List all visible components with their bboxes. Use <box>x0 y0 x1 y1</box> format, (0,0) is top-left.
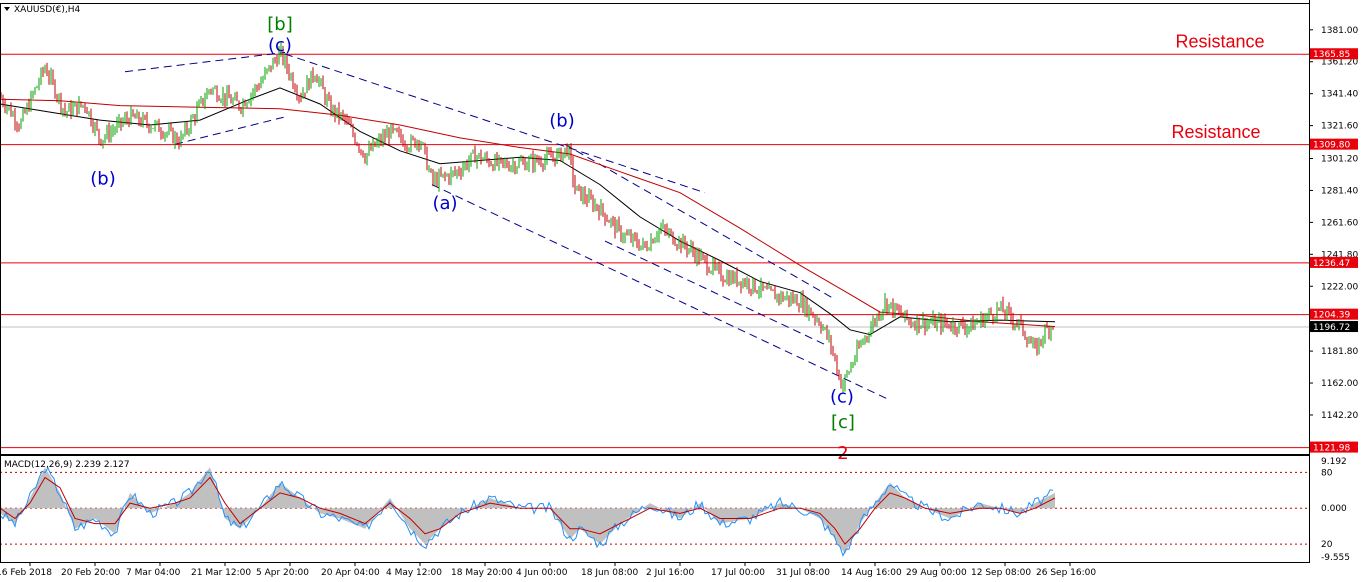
time-tick-label: 18 Jun 08:00 <box>581 568 638 578</box>
time-tick-label: 20 Apr 04:00 <box>321 568 380 578</box>
time-tick-label: 5 Apr 20:00 <box>256 568 309 578</box>
macd-tick-label: 80 <box>1321 468 1333 478</box>
level-price-tag-label: 1309.80 <box>1313 141 1350 151</box>
level-price-tag-label: 1236.47 <box>1313 259 1350 269</box>
macd-tick-label: 20 <box>1321 540 1333 550</box>
price-tick-label: 1181.80 <box>1321 347 1358 357</box>
price-tick-label: 1142.20 <box>1321 411 1358 421</box>
resistance-annotation: Resistance <box>1175 32 1264 52</box>
time-tick-label: 14 Aug 16:00 <box>841 568 902 578</box>
wave-label: (b) <box>549 111 574 132</box>
price-tick-label: 1321.60 <box>1321 122 1358 132</box>
time-tick-label: 31 Jul 08:00 <box>776 568 830 578</box>
price-chart[interactable]: [b](c)(b)(b)(a)(c)[c]2ResistanceResistan… <box>0 0 1361 582</box>
wave-label: [c] <box>831 412 855 433</box>
time-tick-label: 16 Feb 2018 <box>0 568 52 578</box>
resistance-annotation: Resistance <box>1171 122 1260 142</box>
price-tick-label: 1301.20 <box>1321 155 1358 165</box>
wave-label: (c) <box>830 386 854 407</box>
time-tick-label: 21 Mar 12:00 <box>191 568 251 578</box>
time-tick-label: 18 May 20:00 <box>451 568 513 578</box>
symbol-title: XAUUSD(€),H4 <box>14 5 81 15</box>
time-tick-label: 12 Sep 08:00 <box>971 568 1031 578</box>
macd-tick-label: 0.000 <box>1321 504 1347 514</box>
current-price-tag-label: 1196.72 <box>1313 323 1350 333</box>
wave-label: (c) <box>268 35 292 56</box>
time-tick-label: 20 Feb 20:00 <box>61 568 120 578</box>
level-price-tag-label: 1204.39 <box>1313 311 1350 321</box>
price-tick-label: 1261.60 <box>1321 218 1358 228</box>
price-tick-label: 1381.00 <box>1321 26 1358 36</box>
wave-label: (b) <box>90 169 115 190</box>
macd-tick-label: -9.555 <box>1321 553 1350 563</box>
level-price-tag-label: 1121.98 <box>1313 444 1350 454</box>
level-price-tag-label: 1365.85 <box>1313 50 1350 60</box>
wave-label: (a) <box>432 193 457 214</box>
time-tick-label: 4 Jun 00:00 <box>516 568 568 578</box>
price-tick-label: 1222.00 <box>1321 282 1358 292</box>
price-tick-label: 1281.40 <box>1321 186 1358 196</box>
time-tick-label: 7 Mar 04:00 <box>126 568 181 578</box>
macd-tick-label: 9.192 <box>1321 457 1347 467</box>
time-tick-label: 17 Jul 00:00 <box>711 568 765 578</box>
wave-label: [b] <box>267 14 292 35</box>
time-tick-label: 2 Jul 16:00 <box>646 568 695 578</box>
price-tick-label: 1162.00 <box>1321 379 1358 389</box>
price-tick-label: 1341.40 <box>1321 90 1358 100</box>
time-tick-label: 26 Sep 16:00 <box>1036 568 1096 578</box>
wave-label: 2 <box>837 443 848 464</box>
macd-title: MACD(12,26,9) 2.239 2.127 <box>4 460 130 470</box>
time-tick-label: 4 May 12:00 <box>386 568 442 578</box>
time-tick-label: 29 Aug 00:00 <box>906 568 967 578</box>
